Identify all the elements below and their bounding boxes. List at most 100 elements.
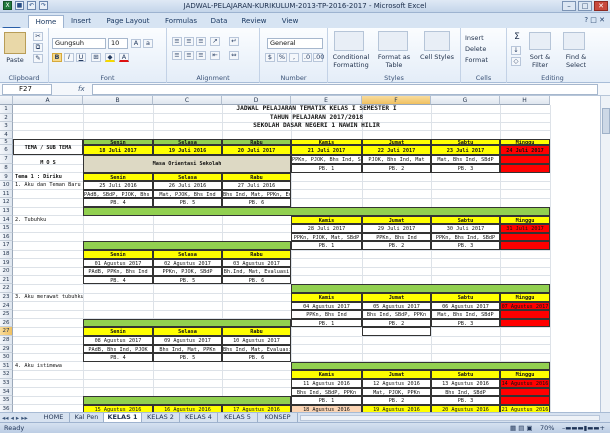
orientation-icon[interactable]: ↗ — [210, 37, 220, 46]
row-header[interactable]: 6 — [0, 145, 13, 156]
vertical-scrollbar[interactable] — [600, 96, 610, 412]
font-name-field[interactable]: Gungsuh — [52, 38, 106, 49]
tab-page-layout[interactable]: Page Layout — [98, 15, 158, 28]
row-header[interactable]: 33 — [0, 379, 13, 388]
row-header[interactable]: 11 — [0, 189, 13, 199]
cell-styles-icon[interactable] — [424, 31, 450, 51]
align-middle-icon[interactable]: ≡ — [184, 37, 194, 46]
conditional-formatting-icon[interactable] — [334, 31, 364, 51]
row-header[interactable]: 30 — [0, 353, 13, 362]
row-header[interactable]: 26 — [0, 318, 13, 328]
row-header[interactable]: 23 — [0, 293, 13, 302]
fx-icon[interactable]: fx — [78, 84, 92, 95]
fill-color-icon[interactable]: ◆ — [105, 53, 115, 62]
delete-button[interactable]: Delete — [465, 45, 505, 53]
row-header[interactable]: 8 — [0, 164, 13, 173]
underline-button[interactable]: U — [76, 53, 86, 62]
autosum-button[interactable]: Σ — [511, 33, 523, 42]
copy-icon[interactable]: ⧉ — [33, 43, 43, 52]
fill-icon[interactable]: ↓ — [511, 46, 521, 55]
row-header[interactable]: 25 — [0, 310, 13, 319]
font-color-icon[interactable]: A — [119, 53, 129, 62]
tab-insert[interactable]: Insert — [64, 15, 98, 28]
find-select-icon[interactable] — [563, 32, 585, 50]
tab-home[interactable]: Home — [28, 15, 64, 28]
name-box[interactable]: F27 — [2, 84, 52, 95]
tab-view[interactable]: View — [274, 15, 306, 28]
decrease-decimal-icon[interactable]: .00 — [313, 53, 324, 62]
row-header[interactable]: 18 — [0, 250, 13, 259]
grow-font-icon[interactable]: A — [131, 39, 141, 48]
row-header[interactable]: 13 — [0, 207, 13, 216]
worksheet-grid[interactable]: A B C D E F G H 1 2 3 4 5 6 7 8 9 10 11 12 13 14 15 16 17 18 19 20 2… — [0, 96, 600, 412]
paste-icon[interactable] — [4, 32, 26, 54]
format-as-table-button[interactable]: Format as Table — [374, 53, 414, 69]
scroll-thumb[interactable] — [602, 108, 610, 134]
align-top-icon[interactable]: ≡ — [172, 37, 182, 46]
wrap-text-icon[interactable]: ↵ — [229, 37, 239, 46]
row-header[interactable]: 22 — [0, 284, 13, 293]
row-header[interactable]: 28 — [0, 336, 13, 345]
row-header[interactable]: 21 — [0, 275, 13, 285]
row-header[interactable]: 19 — [0, 258, 13, 268]
increase-decimal-icon[interactable]: .0 — [302, 53, 312, 62]
column-header[interactable]: F — [362, 96, 431, 105]
currency-button[interactable]: $ — [265, 53, 275, 62]
tab-formulas[interactable]: Formulas — [158, 15, 204, 28]
formula-input[interactable] — [92, 84, 598, 95]
clear-icon[interactable]: ◇ — [511, 57, 521, 66]
row-header[interactable]: 29 — [0, 344, 13, 354]
column-header[interactable]: D — [222, 96, 291, 105]
selected-cell[interactable] — [362, 327, 431, 336]
row-header[interactable]: 1 — [0, 105, 13, 114]
align-center-icon[interactable]: ≡ — [184, 51, 194, 60]
conditional-formatting-button[interactable]: Conditional Formatting — [329, 53, 373, 69]
sort-filter-button[interactable]: Sort & Filter — [523, 53, 557, 69]
indent-icon[interactable]: ⇤ — [210, 51, 220, 60]
sheet-nav-icons[interactable]: ◂◂ ◂ ▸ ▸▸ — [2, 414, 28, 422]
align-bottom-icon[interactable]: ≡ — [196, 37, 206, 46]
view-mode-icons[interactable]: ▦ ▤ ▣ — [510, 424, 533, 432]
horizontal-scrollbar[interactable] — [300, 415, 600, 421]
row-header[interactable]: 2 — [0, 113, 13, 123]
paste-button[interactable]: Paste — [2, 56, 28, 64]
cut-icon[interactable]: ✂ — [33, 32, 43, 41]
percent-button[interactable]: % — [277, 53, 287, 62]
row-header[interactable]: 32 — [0, 370, 13, 379]
column-header[interactable]: G — [431, 96, 500, 105]
row-header[interactable]: 24 — [0, 301, 13, 311]
row-header[interactable]: 9 — [0, 172, 13, 182]
row-header[interactable]: 20 — [0, 267, 13, 276]
row-header[interactable]: 35 — [0, 396, 13, 405]
font-size-field[interactable]: 10 — [108, 38, 128, 49]
column-header[interactable]: B — [83, 96, 153, 105]
bold-button[interactable]: B — [52, 53, 62, 62]
row-header[interactable]: 31 — [0, 361, 13, 371]
format-button[interactable]: Format — [465, 56, 505, 64]
help-icon[interactable]: ? □ ✕ — [584, 16, 605, 24]
row-header[interactable]: 4 — [0, 130, 13, 140]
number-format-field[interactable]: General — [267, 38, 323, 49]
select-all-corner[interactable] — [0, 96, 13, 105]
merge-center-icon[interactable]: ⇔ — [229, 51, 239, 60]
close-button[interactable]: ✕ — [594, 1, 608, 11]
cell-styles-button[interactable]: Cell Styles — [420, 53, 454, 61]
comma-button[interactable]: , — [289, 53, 299, 62]
format-table-icon[interactable] — [378, 31, 408, 51]
italic-button[interactable]: I — [64, 53, 74, 62]
shrink-font-icon[interactable]: a — [143, 39, 153, 48]
row-header[interactable]: 16 — [0, 232, 13, 242]
column-header[interactable]: H — [500, 96, 550, 105]
format-painter-icon[interactable]: ✎ — [33, 54, 43, 63]
column-header[interactable]: C — [153, 96, 222, 105]
row-header[interactable]: 10 — [0, 181, 13, 190]
row-header[interactable]: 36 — [0, 404, 13, 412]
row-header[interactable]: 12 — [0, 198, 13, 207]
align-right-icon[interactable]: ≡ — [196, 51, 206, 60]
insert-button[interactable]: Insert — [465, 34, 505, 42]
row-header[interactable]: 17 — [0, 241, 13, 250]
tab-review[interactable]: Review — [234, 15, 274, 28]
row-header[interactable]: 15 — [0, 224, 13, 233]
row-header[interactable]: 14 — [0, 215, 13, 225]
maximize-button[interactable]: □ — [578, 1, 592, 11]
